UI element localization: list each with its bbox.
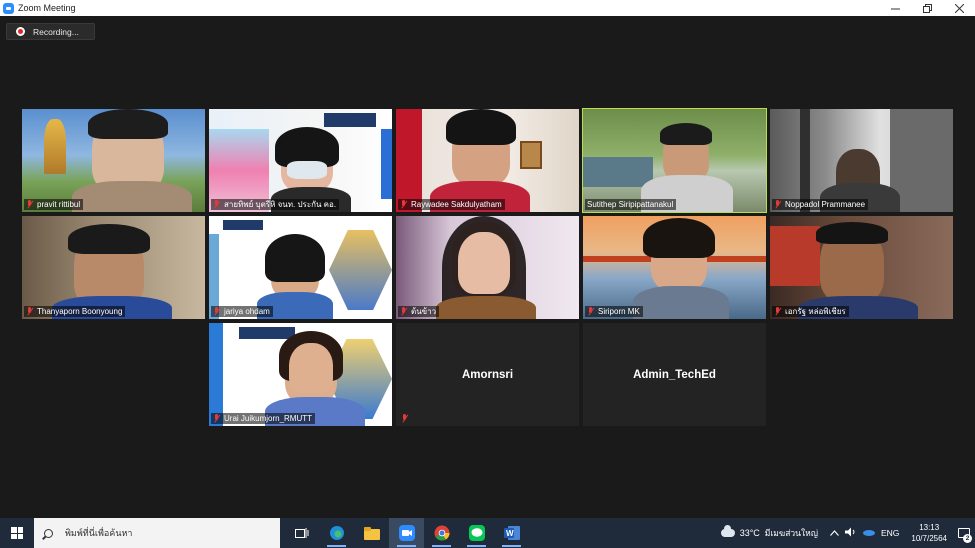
- participant-name: Sutithep Siripipattanakul: [585, 199, 677, 210]
- windows-logo-icon: [11, 527, 23, 539]
- participant-name: Amornsri: [461, 368, 514, 381]
- word-icon: W: [503, 526, 520, 540]
- weather-condition: มีเมฆส่วนใหญ่: [764, 528, 818, 538]
- video-tile[interactable]: Siriporn MK: [583, 216, 766, 319]
- minimize-button[interactable]: [879, 0, 911, 16]
- cloud-sync-icon[interactable]: [860, 528, 877, 539]
- zoom-icon: [398, 525, 415, 541]
- task-view-icon: [294, 528, 308, 538]
- cloud-icon: [720, 525, 735, 537]
- participant-name: Admin_TechEd: [633, 368, 716, 381]
- participant-name: สายทิพย์ บุตรีหิ จนท. ประกัน คอ.: [211, 199, 340, 210]
- chrome-button[interactable]: [424, 518, 459, 548]
- participant-name: Raywadee Sakdulyatham: [398, 199, 505, 210]
- participant-name: ต้นข้าว: [398, 306, 440, 317]
- weather-widget[interactable]: 33°C มีเมฆส่วนใหญ่: [720, 525, 818, 540]
- video-tile[interactable]: Thanyaporn Boonyoung: [22, 216, 205, 319]
- zoom-taskbar-button[interactable]: [389, 518, 424, 548]
- window-title: Zoom Meeting: [18, 3, 76, 13]
- clock-time: 13:13: [919, 523, 940, 532]
- participant-name: Siriporn MK: [585, 306, 643, 317]
- video-tile[interactable]: Urai Juikumjorn_RMUTT: [209, 323, 392, 426]
- video-tile-no-video[interactable]: Admin_TechEd: [583, 323, 766, 426]
- video-tile[interactable]: เอกรัฐ หล่อพิเชียร: [770, 216, 953, 319]
- mic-muted-icon: [26, 200, 33, 209]
- notification-count: 2: [963, 534, 972, 543]
- edge-icon: [329, 526, 344, 540]
- search-placeholder: พิมพ์ที่นี่เพื่อค้นหา: [65, 528, 133, 538]
- speaker-icon[interactable]: [843, 527, 860, 540]
- recording-indicator[interactable]: Recording...: [6, 23, 95, 40]
- system-tray: 33°C มีเมฆส่วนใหญ่ ENG 13:13 10/7/2564 2: [720, 518, 975, 548]
- close-button[interactable]: [943, 0, 975, 16]
- mic-muted-icon: [213, 414, 220, 423]
- video-tile[interactable]: pravit rittibul: [22, 109, 205, 212]
- clock[interactable]: 13:13 10/7/2564: [911, 522, 947, 544]
- mic-muted-icon: [26, 307, 33, 316]
- participant-name: Noppadol Prammanee: [772, 199, 869, 210]
- record-icon: [16, 27, 25, 36]
- recording-label: Recording...: [33, 26, 79, 37]
- participant-name: เอกรัฐ หล่อพิเชียร: [772, 306, 849, 317]
- restore-button[interactable]: [911, 0, 943, 16]
- participant-name: Thanyaporn Boonyoung: [24, 306, 126, 317]
- video-tile-no-video[interactable]: Amornsri: [396, 323, 579, 426]
- video-tile-active-speaker[interactable]: Sutithep Siripipattanakul: [582, 108, 767, 213]
- taskbar-search[interactable]: พิมพ์ที่นี่เพื่อค้นหา: [34, 518, 280, 548]
- participant-name: Urai Juikumjorn_RMUTT: [211, 413, 316, 424]
- video-tile[interactable]: ต้นข้าว: [396, 216, 579, 319]
- chevron-up-icon[interactable]: [826, 528, 843, 539]
- mic-muted-icon: [213, 200, 220, 209]
- meeting-area: Recording... pravit rittibul สายทิพย์ บุ…: [0, 16, 975, 518]
- video-tile[interactable]: สายทิพย์ บุตรีหิ จนท. ประกัน คอ.: [209, 109, 392, 212]
- chrome-icon: [434, 525, 449, 541]
- mic-muted-icon: [400, 307, 407, 316]
- mic-muted-icon: [401, 414, 408, 423]
- input-language[interactable]: ENG: [881, 528, 899, 538]
- line-icon: [468, 525, 485, 541]
- search-icon: [44, 528, 53, 538]
- mic-muted-icon: [213, 307, 220, 316]
- windows-taskbar: พิมพ์ที่นี่เพื่อค้นหา W 33°C มีเมฆส่วนให…: [0, 518, 975, 548]
- svg-text:W: W: [506, 529, 514, 538]
- title-bar: Zoom Meeting: [0, 0, 975, 16]
- file-explorer-button[interactable]: [354, 518, 389, 548]
- close-icon: [954, 3, 964, 13]
- participant-name: jariya ohdam: [211, 306, 273, 317]
- file-explorer-icon: [363, 526, 380, 540]
- line-button[interactable]: [459, 518, 494, 548]
- word-button[interactable]: W: [494, 518, 529, 548]
- mic-muted-icon: [400, 200, 407, 209]
- edge-button[interactable]: [319, 518, 354, 548]
- restore-icon: [922, 3, 932, 13]
- minimize-icon: [890, 8, 900, 9]
- mic-muted-icon: [774, 200, 781, 209]
- task-view-button[interactable]: [284, 518, 319, 548]
- clock-date: 10/7/2564: [911, 534, 947, 543]
- start-button[interactable]: [0, 518, 34, 548]
- video-tile[interactable]: jariya ohdam: [209, 216, 392, 319]
- video-tile[interactable]: Raywadee Sakdulyatham: [396, 109, 579, 212]
- video-tile[interactable]: Noppadol Prammanee: [770, 109, 953, 212]
- participant-name: pravit rittibul: [24, 199, 84, 210]
- notification-center-button[interactable]: 2: [953, 518, 975, 548]
- mic-muted-icon: [587, 307, 594, 316]
- zoom-window: Zoom Meeting Recording... pravit rittibu…: [0, 0, 975, 548]
- zoom-logo-icon: [3, 2, 14, 14]
- mic-muted-icon: [774, 307, 781, 316]
- weather-temperature: 33°C: [739, 528, 760, 538]
